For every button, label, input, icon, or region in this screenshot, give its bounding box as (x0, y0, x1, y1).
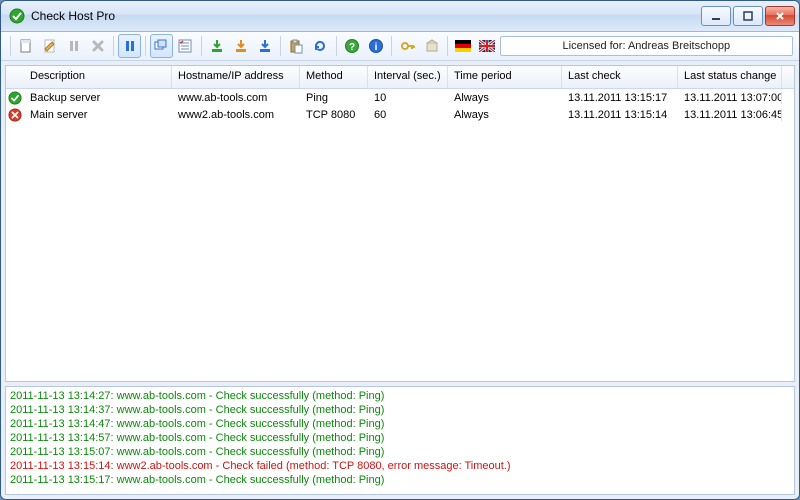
cell-method: Ping (300, 92, 368, 104)
windows-button[interactable] (150, 34, 173, 58)
table-row[interactable]: Backup serverwww.ab-tools.comPing10Alway… (6, 89, 794, 106)
status-error-icon (6, 108, 24, 122)
paste-button[interactable] (285, 34, 308, 58)
col-lastcheck[interactable]: Last check (562, 66, 678, 88)
cell-method: TCP 8080 (300, 109, 368, 121)
info-button[interactable]: i (364, 34, 387, 58)
window-controls (701, 6, 795, 26)
refresh-button[interactable] (309, 34, 332, 58)
cell-lastcheck: 13.11.2011 13:15:14 (562, 109, 678, 121)
maximize-button[interactable] (733, 6, 763, 26)
col-description[interactable]: Description (24, 66, 172, 88)
cell-interval: 60 (368, 109, 448, 121)
log-line: 2011-11-13 13:14:47: www.ab-tools.com - … (10, 417, 790, 431)
grid-body[interactable]: Backup serverwww.ab-tools.comPing10Alway… (6, 89, 794, 381)
log-output[interactable]: 2011-11-13 13:14:27: www.ab-tools.com - … (6, 387, 794, 494)
delete-button[interactable] (86, 34, 109, 58)
import-orange-button[interactable] (229, 34, 252, 58)
log-line: 2011-11-13 13:14:37: www.ab-tools.com - … (10, 403, 790, 417)
flag-gb-button[interactable] (476, 34, 499, 58)
minimize-button[interactable] (701, 6, 731, 26)
package-button[interactable] (420, 34, 443, 58)
cell-lastcheck: 13.11.2011 13:15:17 (562, 92, 678, 104)
help-button[interactable]: ? (341, 34, 364, 58)
import-green-button[interactable] (206, 34, 229, 58)
cell-hostname: www2.ab-tools.com (172, 109, 300, 121)
pause-blue-button[interactable] (118, 34, 141, 58)
cell-period: Always (448, 92, 562, 104)
cell-description: Backup server (24, 92, 172, 104)
cell-interval: 10 (368, 92, 448, 104)
edit-document-button[interactable] (39, 34, 62, 58)
license-text: Licensed for: Andreas Breitschopp (563, 40, 731, 52)
log-line: 2011-11-13 13:15:07: www.ab-tools.com - … (10, 445, 790, 459)
svg-text:i: i (375, 42, 378, 53)
col-lastchange[interactable]: Last status change (678, 66, 782, 88)
log-panel: 2011-11-13 13:14:27: www.ab-tools.com - … (5, 386, 795, 495)
log-line: 2011-11-13 13:14:27: www.ab-tools.com - … (10, 389, 790, 403)
license-label: Licensed for: Andreas Breitschopp (500, 36, 794, 56)
col-period[interactable]: Time period (448, 66, 562, 88)
status-ok-icon (6, 91, 24, 105)
col-interval[interactable]: Interval (sec.) (368, 66, 448, 88)
cell-hostname: www.ab-tools.com (172, 92, 300, 104)
pause-gray-button[interactable] (63, 34, 86, 58)
log-line: 2011-11-13 13:15:17: www.ab-tools.com - … (10, 473, 790, 487)
content-area: Description Hostname/IP address Method I… (1, 61, 799, 499)
app-icon (9, 8, 25, 24)
log-line: 2011-11-13 13:15:14: www2.ab-tools.com -… (10, 459, 790, 473)
cell-lastchange: 13.11.2011 13:06:45 (678, 109, 782, 121)
title-bar: Check Host Pro (1, 1, 799, 32)
import-blue-button[interactable] (253, 34, 276, 58)
cell-lastchange: 13.11.2011 13:07:00 (678, 92, 782, 104)
cell-period: Always (448, 109, 562, 121)
table-row[interactable]: Main serverwww2.ab-tools.comTCP 808060Al… (6, 106, 794, 123)
col-status-icon[interactable] (6, 66, 24, 88)
new-document-button[interactable] (15, 34, 38, 58)
window-title: Check Host Pro (31, 9, 115, 23)
log-line: 2011-11-13 13:14:57: www.ab-tools.com - … (10, 431, 790, 445)
cell-description: Main server (24, 109, 172, 121)
checklist-button[interactable] (174, 34, 197, 58)
main-toolbar: ? i Licensed for: Andreas Breitschopp (1, 32, 799, 61)
flag-de-button[interactable] (452, 34, 475, 58)
key-button[interactable] (396, 34, 419, 58)
col-method[interactable]: Method (300, 66, 368, 88)
close-button[interactable] (765, 6, 795, 26)
app-window: Check Host Pro (0, 0, 800, 500)
grid-header: Description Hostname/IP address Method I… (6, 66, 794, 89)
svg-text:?: ? (349, 42, 355, 53)
hosts-panel: Description Hostname/IP address Method I… (5, 65, 795, 382)
col-hostname[interactable]: Hostname/IP address (172, 66, 300, 88)
